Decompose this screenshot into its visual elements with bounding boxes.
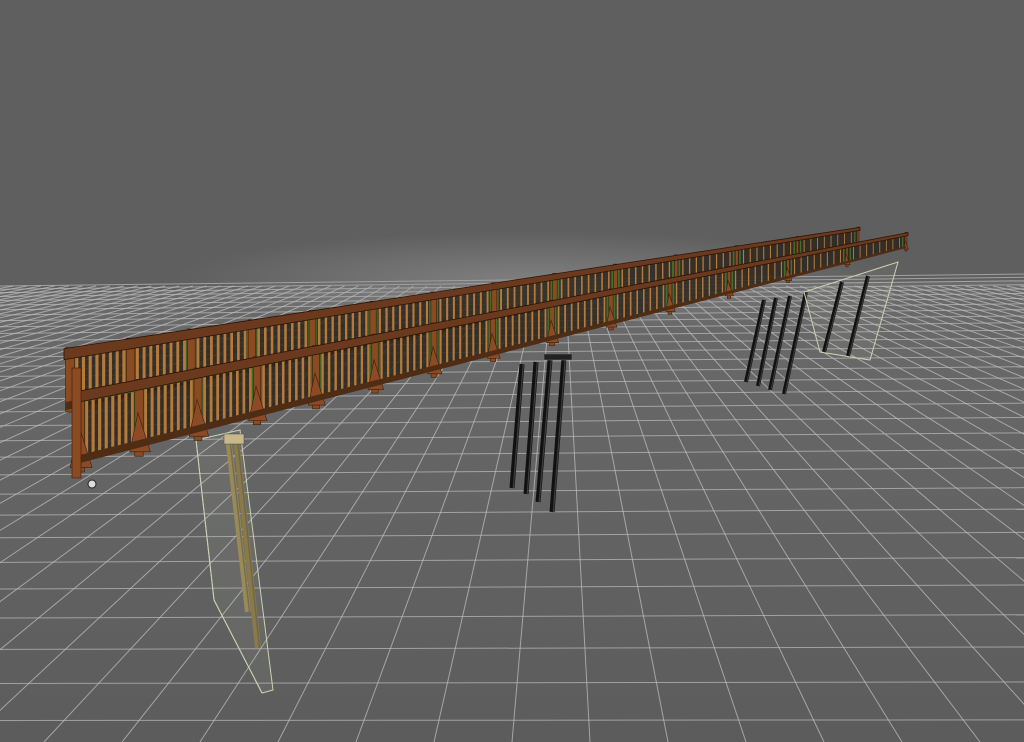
3d-viewport[interactable] bbox=[0, 0, 1024, 742]
grid-line bbox=[0, 719, 1024, 721]
pile-cap bbox=[223, 433, 245, 445]
scene-canvas[interactable] bbox=[0, 0, 1024, 742]
corner-post bbox=[71, 367, 82, 479]
pivot-icon[interactable] bbox=[87, 479, 97, 489]
pile-cap bbox=[543, 353, 573, 361]
